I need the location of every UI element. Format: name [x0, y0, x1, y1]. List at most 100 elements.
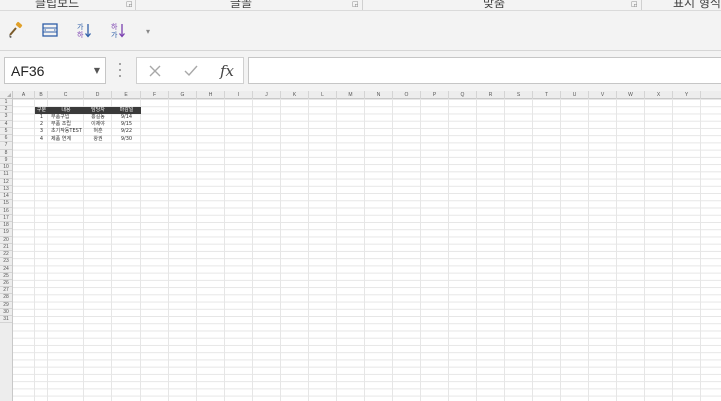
table-header-cell[interactable]: 구분: [35, 106, 48, 114]
row-header-22[interactable]: 22: [0, 251, 12, 259]
row-header-17[interactable]: 17: [0, 215, 12, 223]
column-header-p[interactable]: P: [421, 91, 449, 99]
cell-grid[interactable]: 구분 내용 담당자 마감일 1 부품구입 홍길동 9/14 2 부품 조립 이제야 9/15 3 초기작동…: [13, 99, 721, 401]
row-header-2[interactable]: 2: [0, 106, 12, 114]
table-cell[interactable]: 왕권: [84, 136, 112, 143]
table-cell[interactable]: 9/14: [112, 114, 141, 121]
font-launcher-icon[interactable]: ◲: [352, 0, 359, 8]
column-header-j[interactable]: J: [253, 91, 281, 99]
ribbon-separator: [362, 0, 363, 10]
column-header-f[interactable]: F: [141, 91, 169, 99]
fit-column-button[interactable]: [39, 19, 61, 41]
formula-input[interactable]: [248, 57, 721, 84]
row-header-15[interactable]: 15: [0, 200, 12, 208]
row-header-4[interactable]: 4: [0, 121, 12, 128]
row-header-12[interactable]: 12: [0, 179, 12, 186]
table-cell[interactable]: 3: [35, 128, 48, 135]
row-header-7[interactable]: 7: [0, 142, 12, 150]
name-box-dropdown-icon[interactable]: ▼: [94, 66, 100, 75]
table-cell[interactable]: 혀훈: [84, 128, 112, 135]
row-headers: 1 2 3 4 5 6 7 8 9 10 11 12 13 14 15 16 17 18 19 20 21 22 23 24 2…: [0, 99, 13, 401]
table-cell[interactable]: 홍길동: [84, 114, 112, 121]
column-header-d[interactable]: D: [84, 91, 112, 99]
grid-line: [420, 99, 421, 401]
cancel-formula-button[interactable]: [144, 61, 166, 81]
grid-line: [196, 99, 197, 401]
column-header-g[interactable]: G: [169, 91, 197, 99]
row-header-28[interactable]: 28: [0, 294, 12, 302]
column-header-o[interactable]: O: [393, 91, 421, 99]
row-header-6[interactable]: 6: [0, 135, 12, 143]
table-cell[interactable]: 1: [35, 114, 48, 121]
row-header-5[interactable]: 5: [0, 128, 12, 136]
row-header-25[interactable]: 25: [0, 273, 12, 280]
row-header-13[interactable]: 13: [0, 186, 12, 194]
column-header-y[interactable]: Y: [673, 91, 701, 99]
ribbon-separator: [135, 0, 136, 10]
clipboard-launcher-icon[interactable]: ◲: [126, 0, 133, 8]
row-header-3[interactable]: 3: [0, 113, 12, 121]
table-cell[interactable]: 9/22: [112, 128, 141, 135]
row-header-1[interactable]: 1: [0, 99, 12, 107]
table-cell[interactable]: 2: [35, 121, 48, 128]
row-header-30[interactable]: 30: [0, 309, 12, 317]
row-header-26[interactable]: 26: [0, 280, 12, 288]
table-cell[interactable]: 9/30: [112, 136, 141, 143]
column-header-u[interactable]: U: [561, 91, 589, 99]
confirm-formula-button[interactable]: [180, 61, 202, 81]
row-header-29[interactable]: 29: [0, 302, 12, 309]
format-painter-button[interactable]: [5, 19, 27, 41]
formula-bar-grip-icon[interactable]: [118, 63, 122, 77]
column-header-k[interactable]: K: [281, 91, 309, 99]
sort-ascending-button[interactable]: 가 하: [73, 19, 95, 41]
row-header-18[interactable]: 18: [0, 222, 12, 230]
row-header-16[interactable]: 16: [0, 208, 12, 215]
column-header-s[interactable]: S: [505, 91, 533, 99]
row-header-31[interactable]: 31: [0, 316, 12, 324]
table-cell[interactable]: 4: [35, 136, 48, 143]
column-header-r[interactable]: R: [477, 91, 505, 99]
column-header-h[interactable]: H: [197, 91, 225, 99]
alignment-launcher-icon[interactable]: ◲: [631, 0, 638, 8]
row-header-24[interactable]: 24: [0, 266, 12, 273]
row-header-14[interactable]: 14: [0, 193, 12, 201]
column-header-b[interactable]: B: [35, 91, 48, 99]
toolbar-more-icon[interactable]: ▾: [146, 27, 150, 36]
column-header-n[interactable]: N: [365, 91, 393, 99]
row-header-20[interactable]: 20: [0, 237, 12, 244]
grid-line: [588, 99, 589, 401]
table-header-cell[interactable]: 담당자: [84, 106, 112, 114]
select-all-button[interactable]: [0, 91, 13, 99]
column-header-v[interactable]: V: [589, 91, 617, 99]
grid-line: [168, 99, 169, 401]
column-header-w[interactable]: W: [617, 91, 645, 99]
column-header-c[interactable]: C: [48, 91, 84, 99]
column-header-q[interactable]: Q: [449, 91, 477, 99]
table-cell[interactable]: 9/15: [112, 121, 141, 128]
column-header-i[interactable]: I: [225, 91, 253, 99]
sort-descending-button[interactable]: 하 가: [107, 19, 129, 41]
grid-line: [111, 99, 112, 401]
name-box[interactable]: AF36 ▼: [4, 57, 106, 84]
row-header-11[interactable]: 11: [0, 171, 12, 179]
row-header-23[interactable]: 23: [0, 258, 12, 266]
column-header-m[interactable]: M: [337, 91, 365, 99]
column-header-x[interactable]: X: [645, 91, 673, 99]
row-header-8[interactable]: 8: [0, 150, 12, 157]
grid-line: [448, 99, 449, 401]
grid-line: [252, 99, 253, 401]
column-header-t[interactable]: T: [533, 91, 561, 99]
grid-line: [336, 99, 337, 401]
row-header-27[interactable]: 27: [0, 287, 12, 295]
table-header-cell[interactable]: 마감일: [112, 106, 141, 114]
insert-function-button[interactable]: fx: [216, 61, 238, 81]
row-header-9[interactable]: 9: [0, 157, 12, 165]
row-header-19[interactable]: 19: [0, 229, 12, 237]
row-header-10[interactable]: 10: [0, 164, 12, 172]
row-header-21[interactable]: 21: [0, 244, 12, 252]
column-header-l[interactable]: L: [309, 91, 337, 99]
column-header-e[interactable]: E: [112, 91, 141, 99]
table-header-cell[interactable]: 내용: [48, 106, 84, 114]
column-header-a[interactable]: A: [13, 91, 35, 99]
svg-text:하: 하: [77, 30, 84, 39]
